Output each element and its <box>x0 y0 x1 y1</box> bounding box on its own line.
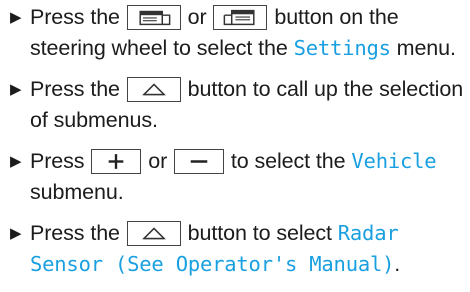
instruction-step-3: ▶ Press or to select the Vehicle submenu. <box>8 146 470 208</box>
instruction-list: ▶ Press the or button on the steering whe… <box>8 2 470 290</box>
page-back-icon <box>126 5 181 30</box>
step-text: or <box>181 5 213 29</box>
step-text: or <box>142 149 174 173</box>
step-text: Press the <box>30 77 126 101</box>
step-text: Press <box>30 149 91 173</box>
display-menu-vehicle: Vehicle <box>351 149 437 173</box>
step-text: menu. <box>390 36 456 60</box>
display-menu-settings: Settings <box>293 36 391 60</box>
home-icon <box>126 221 181 246</box>
bullet-arrow-icon: ▶ <box>10 9 22 26</box>
step-text: to select the <box>225 149 352 173</box>
instruction-step-1: ▶ Press the or button on the steering whe… <box>8 2 470 64</box>
instruction-step-2: ▶ Press the button to call up the selecti… <box>8 74 470 136</box>
plus-icon <box>91 149 142 174</box>
bullet-arrow-icon: ▶ <box>10 153 22 170</box>
home-icon <box>126 77 181 102</box>
page-forward-icon <box>213 5 268 30</box>
minus-icon <box>174 149 225 174</box>
step-text: submenu. <box>30 180 124 204</box>
bullet-arrow-icon: ▶ <box>10 225 22 242</box>
step-text: Press the <box>30 221 126 245</box>
bullet-arrow-icon: ▶ <box>10 81 22 98</box>
step-text: button to select <box>181 221 338 245</box>
instruction-step-4: ▶ Press the button to select Radar Sensor… <box>8 218 470 280</box>
step-text: . <box>394 252 401 276</box>
step-text: Press the <box>30 5 126 29</box>
